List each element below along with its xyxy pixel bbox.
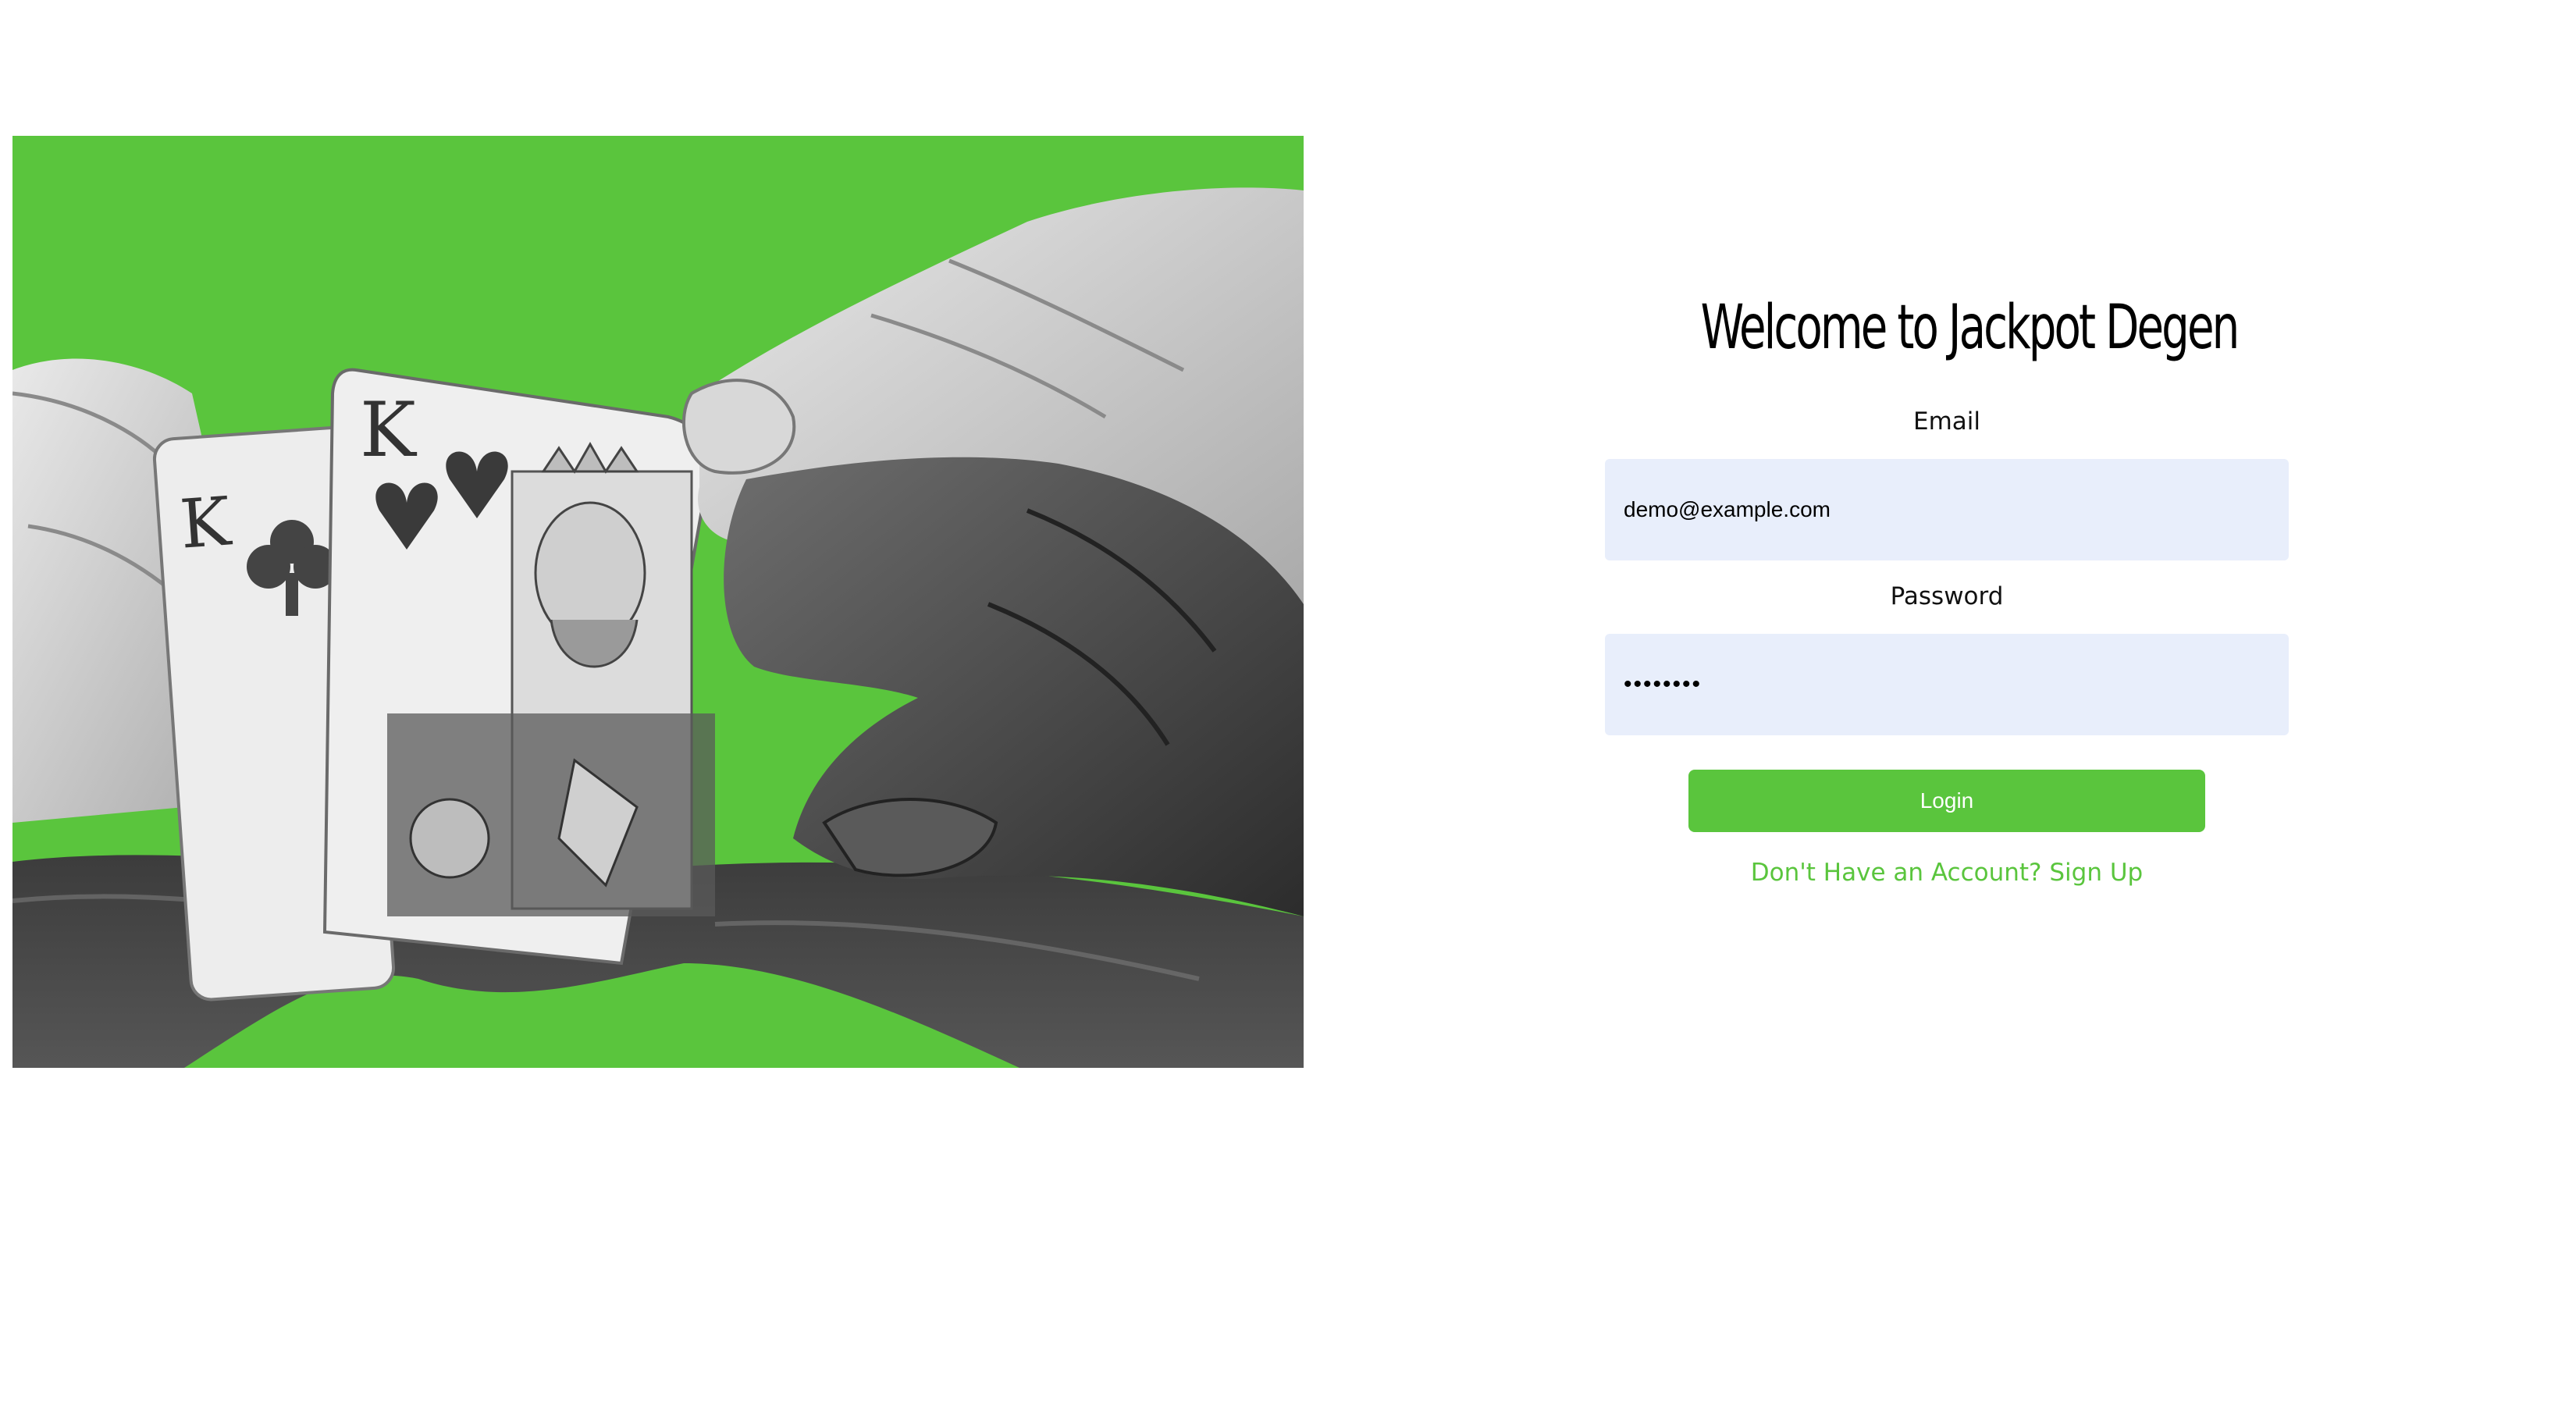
email-field[interactable] (1605, 459, 2289, 560)
card-king-hearts: K (322, 368, 715, 966)
login-page: K K Welcome to Jackpot Degen Email demo@… (0, 0, 2576, 1423)
password-field[interactable] (1605, 634, 2289, 735)
login-form: Welcome to Jackpot Degen Email Password … (1605, 281, 2289, 887)
login-button[interactable]: Login (1688, 770, 2205, 832)
poker-hands-illustration: K K (12, 136, 1304, 1068)
signup-link[interactable]: Don't Have an Account? Sign Up (1751, 859, 2143, 887)
email-label: Email (1912, 407, 1980, 436)
password-label: Password (1890, 582, 2004, 610)
page-title: Welcome to Jackpot Degen (1700, 293, 2240, 363)
hero-image: K K (12, 136, 1304, 1068)
card-rank-right: K (360, 386, 418, 474)
card-rank-left: K (177, 482, 234, 564)
